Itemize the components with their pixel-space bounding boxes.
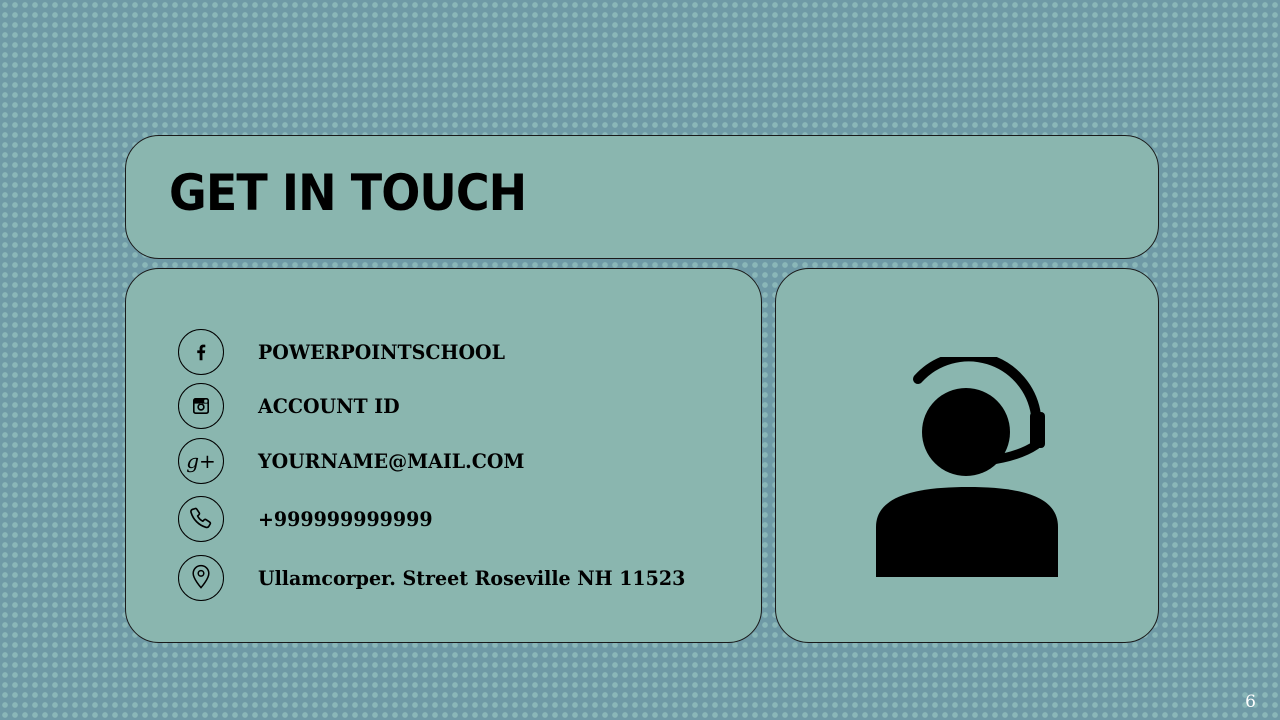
slide-title: GET IN TOUCH — [169, 164, 527, 222]
contact-row-phone: +999999999999 — [178, 495, 442, 543]
location-pin-icon — [178, 555, 224, 601]
avatar-panel — [775, 268, 1159, 643]
page-number: 6 — [1245, 692, 1256, 712]
facebook-handle: POWERPOINTSCHOOL — [258, 340, 505, 364]
contact-row-facebook: POWERPOINTSCHOOL — [178, 328, 518, 376]
account-id-text: ACCOUNT ID — [258, 394, 400, 418]
contact-panel: POWERPOINTSCHOOL ACCOUNT ID g+ YOURNAME@… — [125, 268, 762, 643]
google-plus-icon: g+ — [178, 438, 224, 484]
facebook-icon — [178, 329, 224, 375]
email-text: YOURNAME@MAIL.COM — [258, 449, 525, 473]
phone-icon — [178, 496, 224, 542]
contact-row-google-plus: g+ YOURNAME@MAIL.COM — [178, 437, 538, 485]
instagram-icon — [178, 383, 224, 429]
contact-row-instagram: ACCOUNT ID — [178, 382, 407, 430]
phone-number-text: +999999999999 — [258, 507, 433, 531]
customer-support-headset-icon — [876, 357, 1058, 577]
title-panel: GET IN TOUCH — [125, 135, 1159, 259]
contact-row-address: Ullamcorper. Street Roseville NH 11523 — [178, 554, 708, 602]
address-text: Ullamcorper. Street Roseville NH 11523 — [258, 566, 686, 590]
